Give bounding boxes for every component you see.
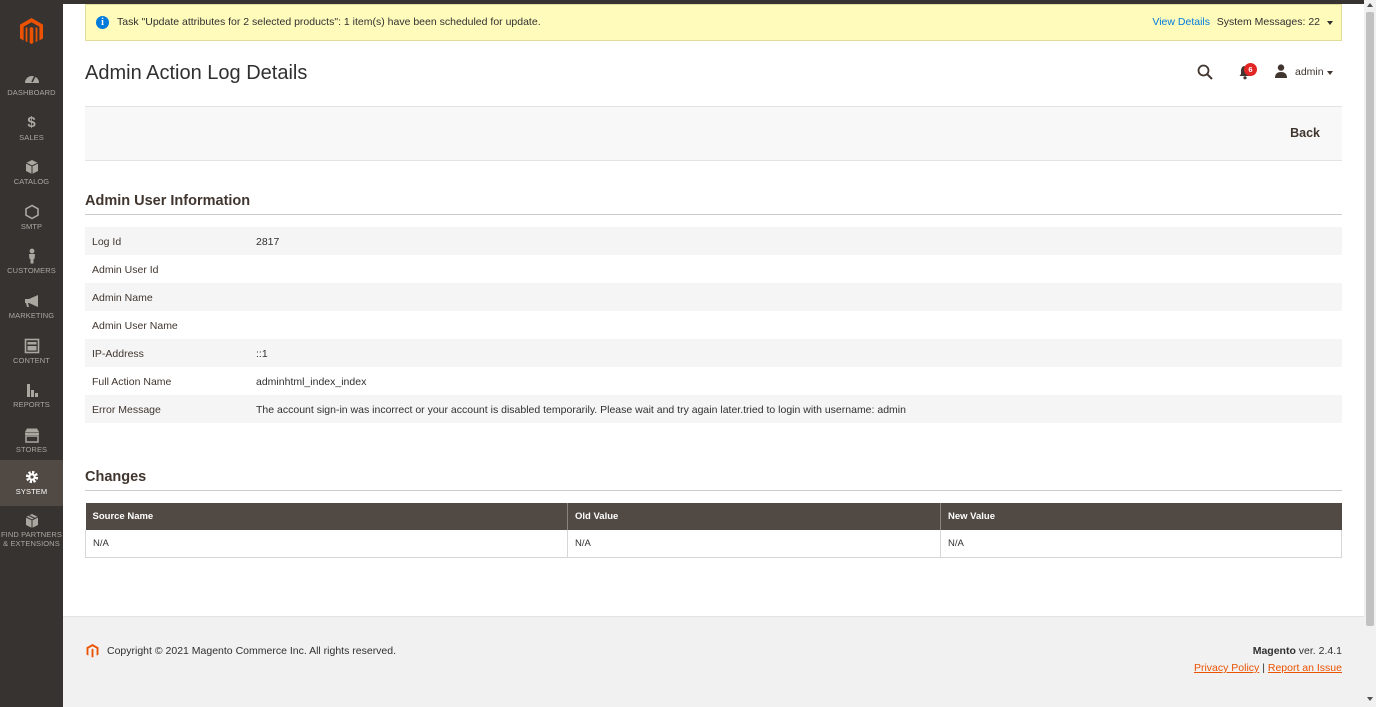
vertical-scrollbar[interactable] — [1364, 0, 1376, 707]
nav-marketing-label: MARKETING — [8, 311, 55, 320]
nav-content-label: CONTENT — [13, 356, 50, 365]
storefront-icon — [24, 428, 39, 443]
info-label: Admin Name — [92, 292, 153, 304]
nav-smtp[interactable]: SMTP — [0, 198, 63, 242]
scrollbar-thumb[interactable] — [1366, 12, 1374, 626]
dashboard-icon — [24, 75, 39, 83]
layout-icon — [24, 338, 39, 354]
scroll-down-arrow-icon[interactable] — [1367, 697, 1373, 701]
info-row-admin-name: Admin Name — [85, 283, 1342, 311]
nav-dashboard-label: DASHBOARD — [7, 88, 56, 97]
nav-find-partners-label-line2: & EXTENSIONS — [3, 539, 60, 548]
changes-table: Source Name Old Value New Value N/A N/A … — [85, 503, 1342, 558]
nav-customers-label: CUSTOMERS — [7, 266, 56, 275]
info-label: IP-Address — [92, 348, 144, 360]
info-value: 2817 — [256, 236, 280, 248]
table-cell: N/A — [567, 530, 941, 558]
changes-title: Changes — [85, 469, 147, 485]
info-icon: i — [96, 16, 109, 29]
info-value: The account sign-in was incorrect or you… — [256, 404, 906, 416]
chevron-down-icon[interactable] — [1327, 21, 1333, 25]
nav-system[interactable]: SYSTEM — [0, 460, 63, 506]
cube-icon — [25, 160, 38, 174]
info-label: Error Message — [92, 404, 161, 416]
system-messages-toggle[interactable]: System Messages: 22 — [1217, 16, 1320, 28]
nav-content[interactable]: CONTENT — [0, 332, 63, 376]
nav-system-label: SYSTEM — [15, 487, 48, 496]
version-text: Magento ver. 2.4.1 — [1253, 645, 1342, 657]
system-message-bar: i Task "Update attributes for 2 selected… — [85, 4, 1342, 41]
page-title: Admin Action Log Details — [85, 62, 308, 84]
chevron-down-icon[interactable] — [1327, 71, 1333, 75]
copyright-text: Copyright © 2021 Magento Commerce Inc. A… — [107, 645, 397, 657]
column-header-source-name[interactable]: Source Name — [85, 503, 568, 530]
info-value: adminhtml_index_index — [256, 376, 367, 388]
info-label: Admin User Id — [92, 264, 159, 276]
nav-catalog[interactable]: CATALOG — [0, 153, 63, 197]
system-message-text: Task "Update attributes for 2 selected p… — [117, 16, 541, 28]
brand-name: Magento — [1252, 645, 1296, 657]
footer-links: Privacy Policy | Report an Issue — [1194, 662, 1342, 674]
report-issue-link[interactable]: Report an Issue — [1268, 662, 1342, 674]
info-row-ip-address: IP-Address ::1 — [85, 339, 1342, 367]
column-header-new-value[interactable]: New Value — [940, 503, 1342, 530]
nav-dashboard[interactable]: DASHBOARD — [0, 64, 63, 108]
box-icon — [25, 514, 38, 528]
magento-logo — [86, 644, 99, 658]
table-header-row: Source Name Old Value New Value — [85, 503, 1342, 530]
info-label: Admin User Name — [92, 320, 178, 332]
view-details-link[interactable]: View Details — [1152, 16, 1210, 28]
nav-reports[interactable]: REPORTS — [0, 376, 63, 420]
magento-logo[interactable] — [17, 17, 46, 46]
megaphone-icon — [24, 295, 38, 307]
info-row-error-message: Error Message The account sign-in was in… — [85, 395, 1342, 423]
bar-chart-icon — [26, 384, 38, 397]
table-cell: N/A — [85, 530, 568, 558]
nav-find-partners[interactable]: FIND PARTNERS & EXTENSIONS — [0, 506, 63, 552]
nav-sales-label: SALES — [19, 133, 44, 142]
table-row: N/A N/A N/A — [85, 530, 1342, 558]
admin-user-menu[interactable]: admin — [1295, 66, 1324, 78]
page-footer: Copyright © 2021 Magento Commerce Inc. A… — [63, 616, 1364, 707]
nav-customers[interactable]: CUSTOMERS — [0, 242, 63, 286]
section-divider — [85, 490, 1342, 491]
scroll-up-arrow-icon[interactable] — [1367, 3, 1373, 7]
nav-stores-label: STORES — [15, 445, 48, 454]
hexagon-icon — [24, 204, 39, 220]
version-number: ver. 2.4.1 — [1295, 645, 1342, 657]
privacy-policy-link[interactable]: Privacy Policy — [1194, 662, 1259, 674]
search-icon[interactable] — [1197, 64, 1213, 80]
nav-sales[interactable]: $ SALES — [0, 109, 63, 153]
section-divider — [85, 214, 1342, 215]
info-row-full-action-name: Full Action Name adminhtml_index_index — [85, 367, 1342, 395]
table-cell: N/A — [940, 530, 1342, 558]
info-label: Full Action Name — [92, 376, 172, 388]
admin-sidebar: DASHBOARD $ SALES CATALOG SMTP CUSTOMERS… — [0, 0, 63, 707]
nav-marketing[interactable]: MARKETING — [0, 287, 63, 331]
user-icon[interactable] — [1274, 64, 1288, 78]
admin-user-info-table: Log Id 2817 Admin User Id Admin Name Adm… — [85, 227, 1342, 423]
nav-catalog-label: CATALOG — [13, 177, 50, 186]
info-label: Log Id — [92, 236, 122, 248]
info-row-admin-user-name: Admin User Name — [85, 311, 1342, 339]
dollar-icon: $ — [27, 114, 36, 131]
back-button[interactable]: Back — [1290, 126, 1320, 140]
gear-icon — [25, 470, 38, 484]
page-actions-bar: Back — [85, 106, 1342, 161]
main-content: i Task "Update attributes for 2 selected… — [63, 0, 1364, 707]
person-icon — [28, 248, 35, 264]
info-row-admin-user-id: Admin User Id — [85, 255, 1342, 283]
nav-find-partners-label-line1: FIND PARTNERS — [0, 530, 63, 539]
nav-reports-label: REPORTS — [13, 400, 50, 409]
info-value: ::1 — [256, 348, 268, 360]
nav-smtp-label: SMTP — [20, 222, 43, 231]
link-separator: | — [1259, 662, 1268, 674]
info-row-log-id: Log Id 2817 — [85, 227, 1342, 255]
nav-stores[interactable]: STORES — [0, 421, 63, 465]
column-header-old-value[interactable]: Old Value — [567, 503, 941, 530]
notifications-count-badge[interactable]: 6 — [1244, 63, 1257, 76]
admin-user-information-title: Admin User Information — [85, 193, 251, 209]
